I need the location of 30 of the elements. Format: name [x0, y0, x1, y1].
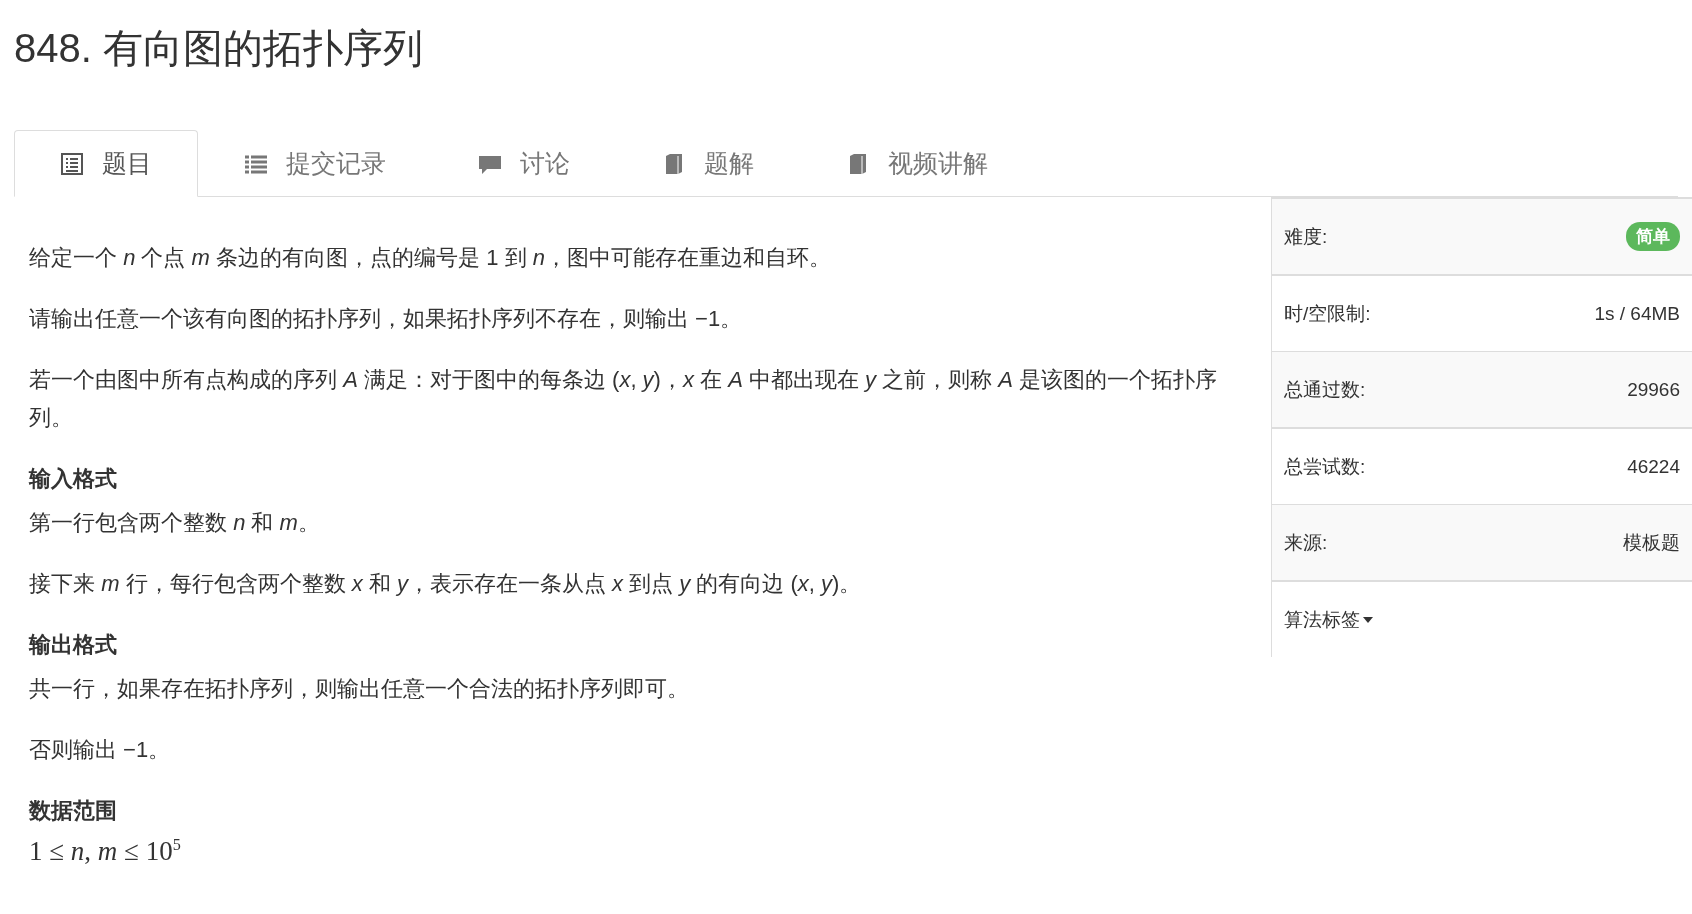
caret-icon — [1362, 615, 1374, 624]
math-formula: 1 ≤ n, m ≤ 10$^{5}$ — [29, 836, 182, 867]
info-label: 总通过数: — [1284, 377, 1366, 402]
info-label: 难度: — [1284, 224, 1328, 249]
tab[interactable]: 讨论 — [432, 130, 616, 197]
info-value: 模板题 — [1623, 530, 1680, 555]
info-label: 来源: — [1284, 530, 1328, 555]
page-title: 848. 有向图的拓扑序列 — [13, 25, 424, 72]
paragraph: 请输出任意一个该有向图的拓扑序列，如果拓扑序列不存在，则输出 −1。 — [29, 305, 744, 333]
paragraph: 否则输出 −1。 — [29, 736, 172, 764]
paragraph: 若一个由图中所有点构成的序列 A 满足：对于图中的每条边 (x, y)，x 在 A 中都出现在 y 之前，则称 A 是该图的一个拓扑序列。 — [29, 366, 1219, 432]
paragraph: 给定一个 n 个点 m 条边的有向图，点的编号是 1 到 n，图中可能存在重边和自环。 — [29, 244, 832, 272]
difficulty-badge: 简单 — [1626, 222, 1680, 251]
info-label: 时/空限制: — [1284, 301, 1371, 326]
paragraph: 第一行包含两个整数 n 和 m。 — [29, 509, 321, 537]
info-value: 29966 — [1627, 378, 1680, 401]
tab[interactable]: 题解 — [616, 130, 800, 197]
list-icon — [60, 151, 84, 176]
tags-dropdown[interactable]: 算法标签 — [1284, 606, 1374, 633]
info-value: 46224 — [1627, 455, 1680, 478]
tab[interactable]: 提交记录 — [198, 130, 432, 197]
section-heading: 输入格式 — [29, 465, 118, 493]
section-heading: 数据范围 — [29, 797, 118, 825]
tab[interactable]: 视频讲解 — [800, 130, 1034, 197]
paragraph: 共一行，如果存在拓扑序列，则输出任意一个合法的拓扑序列即可。 — [29, 675, 690, 703]
info-label: 总尝试数: — [1284, 454, 1366, 479]
info-value: 1s / 64MB — [1594, 302, 1680, 325]
paragraph: 接下来 m 行，每行包含两个整数 x 和 y，表示存在一条从点 x 到点 y 的有向边 (x, y)。 — [29, 570, 863, 598]
section-heading: 输出格式 — [29, 631, 118, 659]
tab[interactable]: 题目 — [14, 130, 198, 197]
